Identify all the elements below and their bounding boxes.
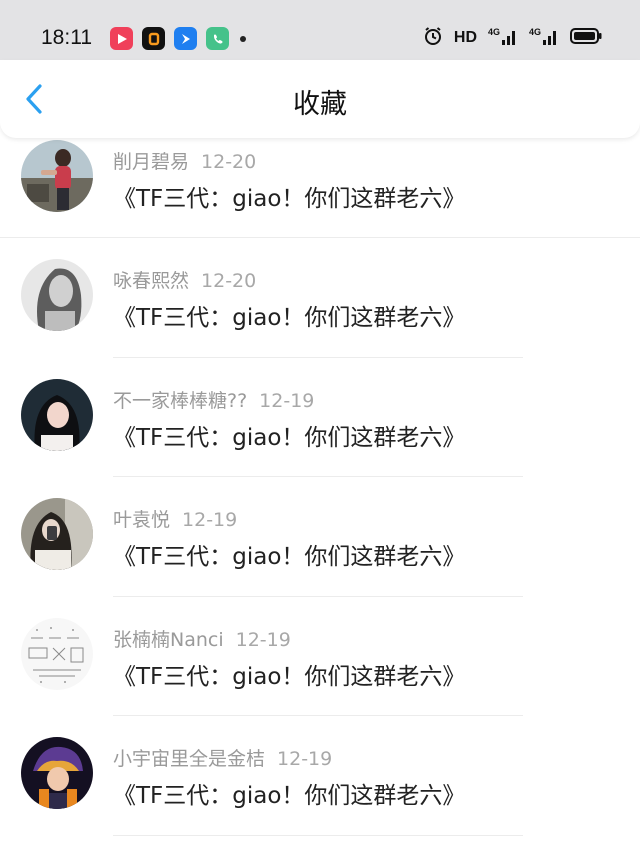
item-meta: 削月碧易 12-20 — [113, 147, 256, 174]
user-name: 削月碧易 — [113, 151, 190, 173]
signal-icon: 4G — [488, 25, 518, 51]
notification-icons — [110, 27, 246, 50]
signal-icon: 4G — [529, 25, 559, 51]
item-title: 《TF三代：giao！你们这群老六》 — [113, 783, 466, 809]
item-meta: 咏春熙然 12-20 — [113, 266, 256, 293]
status-time: 18:11 — [41, 26, 92, 49]
nav-header: 收藏 — [0, 60, 640, 138]
orange-app-icon — [142, 27, 165, 50]
avatar[interactable] — [21, 140, 93, 212]
item-date: 12-20 — [201, 270, 257, 292]
phone-app-icon — [206, 27, 229, 50]
list-item[interactable]: 小宇宙里全是金桔 12-19 《TF三代：giao！你们这群老六》 — [0, 716, 640, 836]
item-title: 《TF三代：giao！你们这群老六》 — [113, 544, 466, 570]
alarm-icon — [423, 26, 443, 50]
list-item[interactable]: 咏春熙然 12-20 《TF三代：giao！你们这群老六》 — [0, 238, 640, 358]
battery-icon — [570, 27, 602, 49]
avatar[interactable] — [21, 378, 93, 451]
item-meta: 叶袁悦 12-19 — [113, 505, 237, 532]
divider — [113, 834, 523, 836]
item-date: 12-20 — [201, 151, 257, 173]
item-meta: 张楠楠Nanci 12-19 — [113, 625, 291, 652]
user-name: 张楠楠Nanci — [113, 628, 224, 651]
item-meta: 小宇宙里全是金桔 12-19 — [113, 744, 332, 771]
notification-dot-icon — [240, 35, 246, 42]
user-name: 小宇宙里全是金桔 — [113, 748, 266, 770]
item-title: 《TF三代：giao！你们这群老六》 — [113, 305, 466, 331]
list-item[interactable]: 不一家棒棒糖?? 12-19 《TF三代：giao！你们这群老六》 — [0, 358, 640, 477]
user-name: 不一家棒棒糖?? — [113, 389, 248, 412]
list-item[interactable]: 叶袁悦 12-19 《TF三代：giao！你们这群老六》 — [0, 477, 640, 597]
avatar[interactable] — [21, 737, 93, 809]
avatar[interactable] — [21, 259, 93, 331]
page-title: 收藏 — [293, 89, 347, 120]
avatar[interactable] — [21, 617, 93, 690]
item-title: 《TF三代：giao！你们这群老六》 — [113, 663, 466, 690]
item-meta: 不一家棒棒糖?? 12-19 — [113, 386, 314, 413]
favorites-list: 削月碧易 12-20 《TF三代：giao！你们这群老六》 咏春熙然 12-20 《… — [0, 120, 640, 836]
hd-icon: HD — [453, 29, 477, 46]
user-name: 咏春熙然 — [113, 270, 190, 292]
list-item[interactable]: 张楠楠Nanci 12-19 《TF三代：giao！你们这群老六》 — [0, 597, 640, 716]
item-date: 12-19 — [182, 509, 238, 531]
item-date: 12-19 — [235, 628, 291, 651]
status-bar: 18:11 HD 4G 4G — [0, 0, 640, 60]
item-date: 12-19 — [259, 389, 315, 412]
svg-text:4G: 4G — [529, 27, 541, 37]
avatar[interactable] — [21, 498, 93, 570]
video-app-icon — [110, 27, 133, 50]
item-title: 《TF三代：giao！你们这群老六》 — [113, 424, 466, 451]
svg-text:4G: 4G — [488, 27, 500, 37]
item-title: 《TF三代：giao！你们这群老六》 — [113, 186, 466, 212]
system-indicators: HD 4G 4G — [423, 26, 602, 50]
user-name: 叶袁悦 — [113, 509, 171, 531]
item-date: 12-19 — [277, 748, 333, 770]
blue-app-icon — [174, 27, 197, 50]
